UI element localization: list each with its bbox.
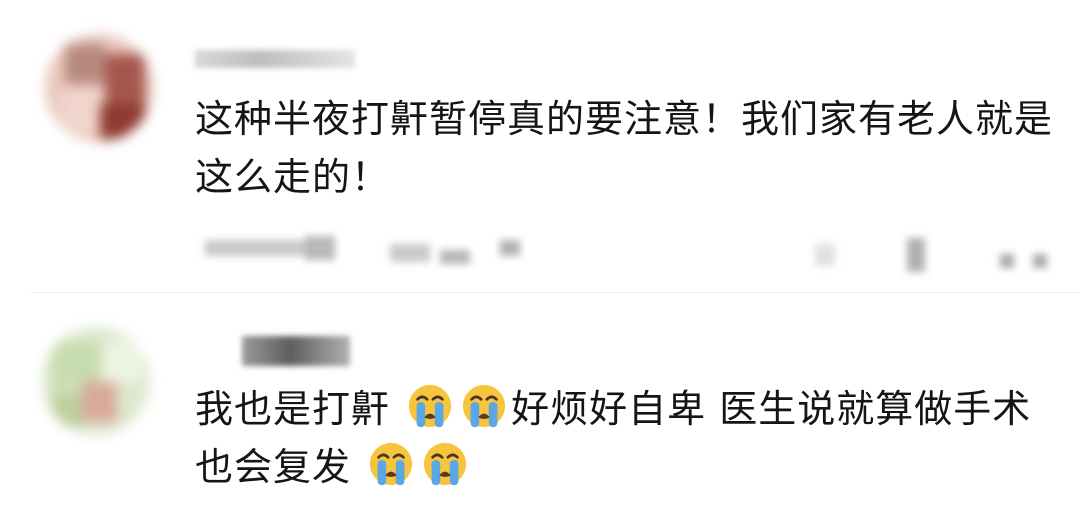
loudly-crying-face-icon [370,442,413,486]
avatar[interactable] [45,34,153,142]
loudly-crying-face-icon [463,384,506,428]
comment-body-part1: 我也是打鼾 [195,387,391,431]
comment-text: 这种半夜打鼾暂停真的要注意！我们家有老人就是这么走的！ [195,90,1055,206]
username-blurred [195,50,355,68]
comment-body: 这种半夜打鼾暂停真的要注意！我们家有老人就是这么走的！ [195,97,1054,199]
loudly-crying-face-icon [409,384,452,428]
comment-text: 我也是打鼾 好烦好自卑 医生说就算做手术也会复发 [195,380,1055,496]
loudly-crying-face-icon [424,442,467,486]
comment-meta-blurred [195,228,1065,274]
avatar[interactable] [42,327,150,435]
username-blurred [242,336,350,366]
comment-divider [30,292,1080,293]
